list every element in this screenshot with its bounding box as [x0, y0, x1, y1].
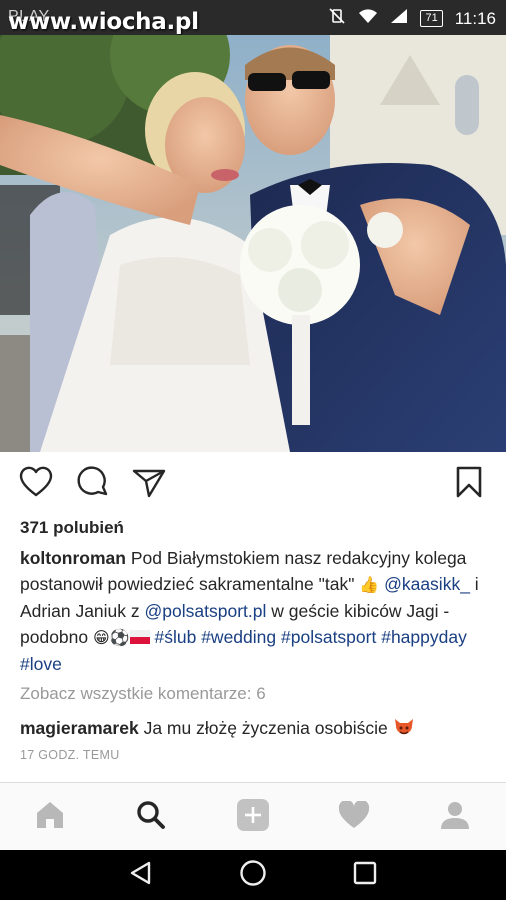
hashtag-polsatsport[interactable]: #polsatsport — [281, 627, 376, 647]
post-photo[interactable] — [0, 35, 506, 452]
mention-kaasikk[interactable]: @kaasikk_ — [384, 574, 470, 594]
home-circle-icon — [239, 859, 267, 892]
back-button[interactable] — [126, 860, 156, 890]
comment-author[interactable]: magieramarek — [20, 718, 139, 738]
heart-icon — [19, 466, 53, 503]
devil-emoji-icon — [393, 718, 415, 738]
emoji-row: 😁⚽ — [93, 628, 130, 647]
comment-button[interactable] — [75, 465, 111, 504]
tab-home[interactable] — [30, 797, 70, 837]
caption-author[interactable]: koltonroman — [20, 548, 126, 568]
home-nav-button[interactable] — [238, 859, 268, 892]
hashtag-love[interactable]: #love — [20, 654, 62, 674]
home-icon — [34, 800, 66, 835]
tab-add[interactable] — [233, 797, 273, 837]
bottom-tab-bar — [0, 782, 506, 850]
save-button[interactable] — [451, 466, 487, 502]
like-count[interactable]: 371 polubień — [20, 518, 124, 538]
comment-text: Ja mu złożę życzenia osobiście — [138, 718, 393, 738]
status-bar: PLAY www.wiocha.pl 71 11:16 — [0, 0, 506, 35]
post-timestamp: 17 GODZ. TEMU — [20, 748, 120, 762]
thumbs-up-emoji: 👍 — [359, 575, 380, 594]
back-triangle-icon — [128, 860, 154, 891]
hashtag-slub[interactable]: #ślub — [154, 627, 196, 647]
tab-profile[interactable] — [435, 797, 475, 837]
search-icon — [136, 800, 166, 835]
comment-icon — [76, 465, 110, 504]
clock: 11:16 — [454, 8, 496, 28]
status-indicators: 71 11:16 — [328, 7, 496, 30]
profile-icon — [440, 800, 470, 835]
signal-icon — [390, 8, 408, 29]
recents-button[interactable] — [350, 860, 380, 890]
system-nav-bar — [0, 850, 506, 900]
tab-activity[interactable] — [334, 797, 374, 837]
mention-polsatsport[interactable]: @polsatsport.pl — [145, 601, 267, 621]
post-actions — [0, 462, 506, 508]
send-icon — [132, 466, 166, 503]
add-icon — [236, 798, 270, 837]
hashtag-wedding[interactable]: #wedding — [201, 627, 276, 647]
battery-indicator: 71 — [420, 10, 443, 27]
watermark: www.wiocha.pl — [8, 9, 199, 35]
recents-square-icon — [352, 860, 378, 891]
comment: magieramarek Ja mu złożę życzenia osobiś… — [20, 717, 415, 739]
bookmark-icon — [456, 466, 482, 503]
tab-search[interactable] — [131, 797, 171, 837]
wifi-icon — [358, 8, 378, 29]
share-button[interactable] — [131, 466, 167, 502]
vibrate-off-icon — [328, 7, 346, 30]
view-all-comments-link[interactable]: Zobacz wszystkie komentarze: 6 — [20, 684, 266, 704]
hashtag-happyday[interactable]: #happyday — [381, 627, 467, 647]
post-caption: koltonroman Pod Białymstokiem nasz redak… — [20, 545, 490, 677]
poland-flag-icon — [129, 627, 150, 647]
like-button[interactable] — [18, 466, 54, 502]
heart-icon — [338, 799, 370, 834]
